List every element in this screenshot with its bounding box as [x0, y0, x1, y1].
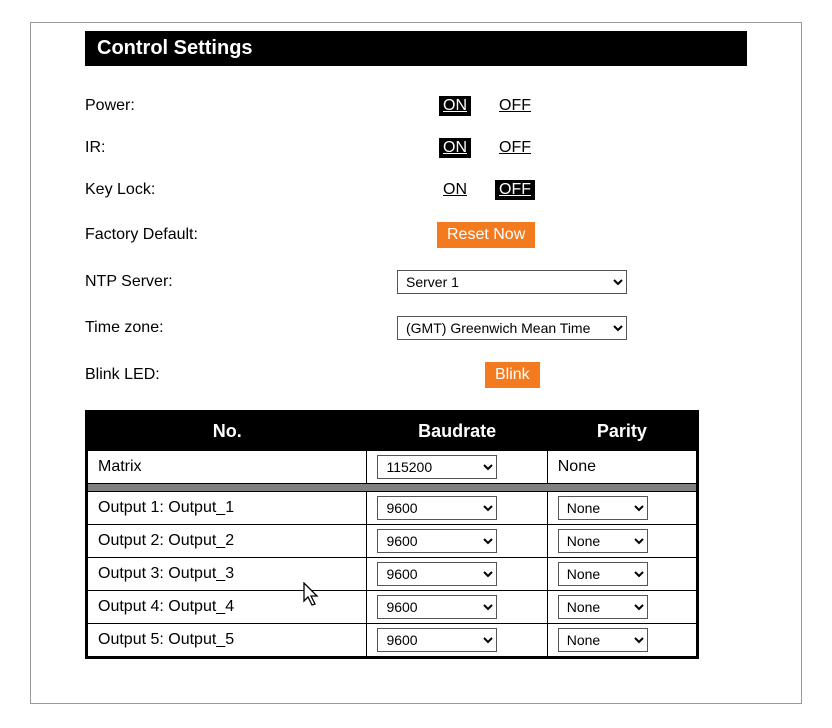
power-label: Power:: [85, 97, 397, 115]
output-parity-select[interactable]: None: [558, 529, 648, 553]
ntp-label: NTP Server:: [85, 273, 397, 291]
table-header-row: No. Baudrate Parity: [87, 412, 698, 451]
keylock-row: Key Lock: ON OFF: [85, 180, 747, 200]
output-parity-cell: None: [547, 492, 697, 525]
output-parity-select[interactable]: None: [558, 496, 648, 520]
output-baud-select[interactable]: 9600: [377, 595, 497, 619]
table-row: Output 2: Output_2 9600 None: [87, 525, 698, 558]
output-baud-cell: 9600: [367, 525, 547, 558]
output-baud-cell: 9600: [367, 624, 547, 658]
output-name: Output 2: Output_2: [87, 525, 367, 558]
output-parity-select[interactable]: None: [558, 595, 648, 619]
output-name: Output 5: Output_5: [87, 624, 367, 658]
output-name: Output 1: Output_1: [87, 492, 367, 525]
matrix-baud-cell: 115200: [367, 451, 547, 484]
blink-button[interactable]: Blink: [485, 362, 540, 388]
output-parity-cell: None: [547, 558, 697, 591]
matrix-row: Matrix 115200 None: [87, 451, 698, 484]
keylock-label: Key Lock:: [85, 181, 397, 199]
output-baud-select[interactable]: 9600: [377, 529, 497, 553]
keylock-toggle-group: ON OFF: [439, 180, 535, 200]
table-row: Output 5: Output_5 9600 None: [87, 624, 698, 658]
output-baud-select[interactable]: 9600: [377, 496, 497, 520]
ir-on-button[interactable]: ON: [439, 138, 471, 158]
output-baud-select[interactable]: 9600: [377, 628, 497, 652]
ir-row: IR: ON OFF: [85, 138, 747, 158]
timezone-label: Time zone:: [85, 319, 397, 337]
matrix-name: Matrix: [87, 451, 367, 484]
output-parity-cell: None: [547, 624, 697, 658]
ntp-row: NTP Server: Server 1: [85, 270, 747, 294]
output-baud-cell: 9600: [367, 492, 547, 525]
output-parity-select[interactable]: None: [558, 628, 648, 652]
ir-off-button[interactable]: OFF: [495, 138, 535, 158]
power-row: Power: ON OFF: [85, 96, 747, 116]
factory-label: Factory Default:: [85, 226, 397, 244]
power-off-button[interactable]: OFF: [495, 96, 535, 116]
panel-frame: Control Settings Power: ON OFF IR: ON OF…: [30, 22, 802, 704]
power-on-button[interactable]: ON: [439, 96, 471, 116]
timezone-select[interactable]: (GMT) Greenwich Mean Time: [397, 316, 627, 340]
timezone-row: Time zone: (GMT) Greenwich Mean Time: [85, 316, 747, 340]
ir-toggle-group: ON OFF: [439, 138, 535, 158]
table-row: Output 3: Output_3 9600 None: [87, 558, 698, 591]
header-baudrate: Baudrate: [367, 412, 547, 451]
factory-row: Factory Default: Reset Now: [85, 222, 747, 248]
ntp-server-select[interactable]: Server 1: [397, 270, 627, 294]
header-parity: Parity: [547, 412, 697, 451]
keylock-on-button[interactable]: ON: [439, 180, 471, 200]
blink-label: Blink LED:: [85, 366, 397, 384]
baudrate-table: No. Baudrate Parity Matrix 115200 None: [85, 410, 699, 659]
output-baud-select[interactable]: 9600: [377, 562, 497, 586]
reset-now-button[interactable]: Reset Now: [437, 222, 535, 248]
output-parity-select[interactable]: None: [558, 562, 648, 586]
output-parity-cell: None: [547, 525, 697, 558]
blink-row: Blink LED: Blink: [85, 362, 747, 388]
keylock-off-button[interactable]: OFF: [495, 180, 535, 200]
table-row: Output 4: Output_4 9600 None: [87, 591, 698, 624]
output-name: Output 4: Output_4: [87, 591, 367, 624]
table-divider: [87, 484, 698, 492]
output-baud-cell: 9600: [367, 558, 547, 591]
page-title: Control Settings: [85, 31, 747, 66]
output-baud-cell: 9600: [367, 591, 547, 624]
matrix-baud-select[interactable]: 115200: [377, 455, 497, 479]
table-row: Output 1: Output_1 9600 None: [87, 492, 698, 525]
header-no: No.: [87, 412, 367, 451]
output-parity-cell: None: [547, 591, 697, 624]
panel-content: Control Settings Power: ON OFF IR: ON OF…: [31, 31, 801, 659]
output-name: Output 3: Output_3: [87, 558, 367, 591]
ir-label: IR:: [85, 139, 397, 157]
matrix-parity: None: [547, 451, 697, 484]
power-toggle-group: ON OFF: [439, 96, 535, 116]
